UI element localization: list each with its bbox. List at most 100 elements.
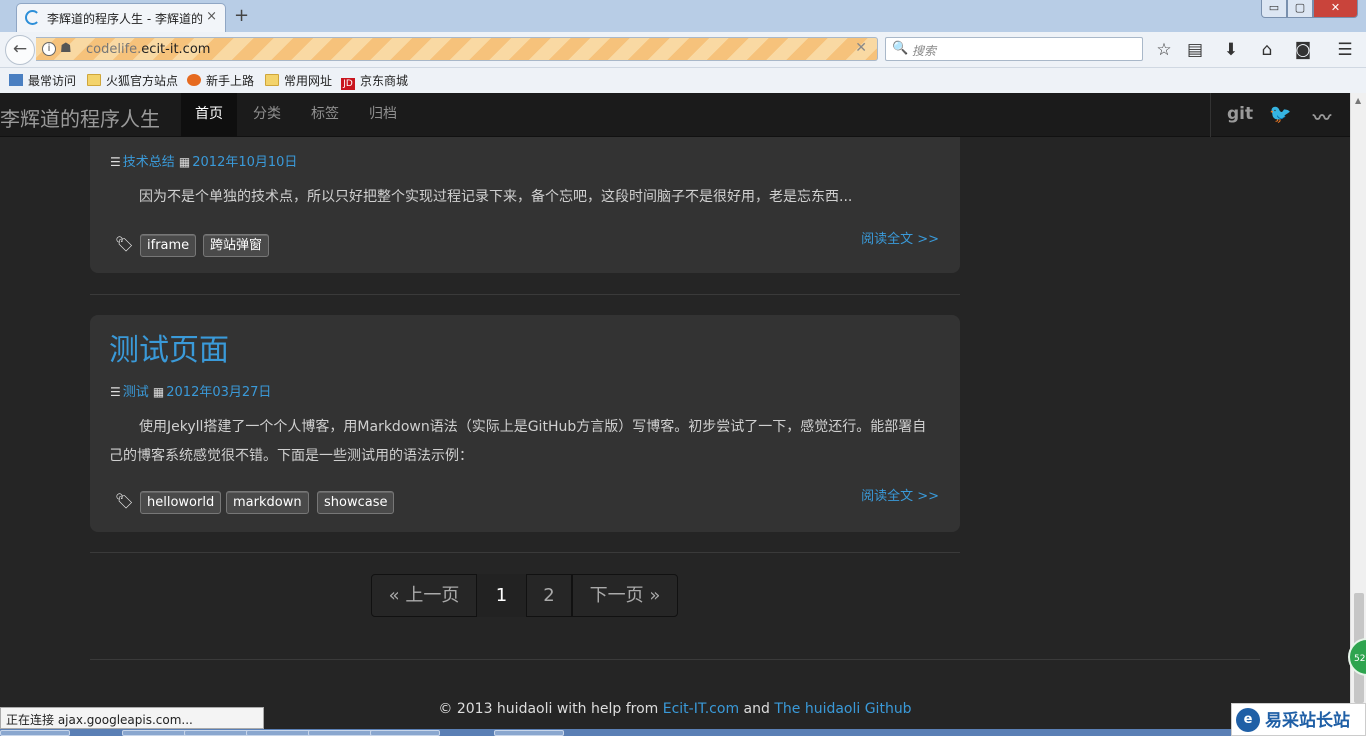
post-category[interactable]: 测试: [123, 385, 149, 400]
url-text[interactable]: codelife.ecit-it.com: [86, 42, 210, 57]
bookmark-common-sites[interactable]: 常用网址: [265, 72, 332, 89]
taskbar-button[interactable]: [184, 730, 254, 736]
post-category[interactable]: 技术总结: [123, 155, 175, 170]
new-tab-button[interactable]: +: [234, 5, 249, 26]
tab-title: 李辉道的程序人生 - 李辉道的: [47, 12, 203, 26]
tags-icon: 🏷: [115, 235, 135, 253]
tracking-mask-icon[interactable]: ☗: [60, 41, 72, 56]
nav-categories[interactable]: 分类: [239, 93, 295, 137]
search-input[interactable]: 🔍 搜索: [885, 37, 1143, 61]
taskbar-button[interactable]: [494, 730, 564, 736]
page-1-button[interactable]: 1: [477, 574, 526, 617]
taskbar-button[interactable]: [0, 730, 70, 736]
bookmark-label: 京东商城: [360, 74, 409, 88]
scroll-up-arrow-icon[interactable]: ▲: [1355, 96, 1361, 105]
watermark-text: 易采站长站: [1265, 711, 1350, 731]
bookmark-label: 常用网址: [284, 74, 333, 88]
next-page-button[interactable]: 下一页 »: [572, 574, 678, 617]
loading-icon: [25, 10, 40, 25]
page-2-button[interactable]: 2: [526, 574, 572, 617]
site-brand[interactable]: 李辉道的程序人生: [0, 103, 160, 132]
search-icon: 🔍: [892, 41, 909, 56]
watermark-icon: e: [1236, 708, 1260, 732]
tag-button[interactable]: 跨站弹窗: [203, 234, 270, 257]
bookmark-getting-started[interactable]: 新手上路: [187, 72, 254, 89]
tab-close-icon[interactable]: ×: [206, 9, 217, 24]
footer-and: and: [739, 701, 775, 717]
read-more-link[interactable]: 阅读全文 >>: [861, 485, 939, 504]
home-icon[interactable]: ⌂: [1256, 40, 1278, 60]
window-close-button[interactable]: ✕: [1313, 0, 1358, 18]
download-icon[interactable]: ⬇: [1220, 40, 1242, 60]
url-bar[interactable]: i ☗ codelife.ecit-it.com ✕: [36, 37, 878, 61]
tag-button[interactable]: markdown: [226, 491, 309, 514]
nav-archive[interactable]: 归档: [355, 93, 411, 137]
back-arrow-icon: ←: [12, 39, 28, 59]
browser-tab-strip: 李辉道的程序人生 - 李辉道的 × + ▭ ▢ ✕: [0, 0, 1366, 32]
calendar-icon: ▦: [152, 385, 165, 399]
taskbar-button[interactable]: [122, 730, 192, 736]
folder-icon: [87, 74, 101, 86]
footer-divider: [90, 659, 1260, 660]
bookmark-most-visited[interactable]: 最常访问: [9, 72, 76, 89]
os-taskbar: [0, 729, 1366, 736]
post-divider: [90, 294, 960, 295]
url-clear-icon[interactable]: ✕: [855, 40, 867, 56]
nav-home[interactable]: 首页: [181, 93, 237, 137]
tag-button[interactable]: iframe: [140, 234, 197, 257]
post-title[interactable]: 测试页面: [109, 325, 229, 369]
footer-link-ecit[interactable]: Ecit-IT.com: [663, 701, 739, 717]
taskbar-button[interactable]: [246, 730, 316, 736]
nav-tags[interactable]: 标签: [297, 93, 353, 137]
site-navbar: 李辉道的程序人生 首页 分类 标签 归档 git 🐦 〰: [0, 93, 1350, 137]
browser-tab-active[interactable]: 李辉道的程序人生 - 李辉道的 ×: [16, 3, 226, 32]
rss-icon[interactable]: 〰: [1313, 104, 1331, 130]
read-more-link[interactable]: 阅读全文 >>: [861, 228, 939, 247]
bookmarks-bar: 最常访问 火狐官方站点 新手上路 常用网址 JD 京东商城: [0, 68, 1366, 93]
watermark-logo: e 易采站长站: [1231, 703, 1366, 736]
post-divider: [90, 552, 960, 553]
info-icon[interactable]: i: [42, 42, 56, 56]
post-meta: ☰ 测试 ▦ 2012年03月27日: [110, 381, 271, 400]
bookmark-firefox-site[interactable]: 火狐官方站点: [87, 72, 178, 89]
post-card: 测试页面 ☰ 测试 ▦ 2012年03月27日 使用Jekyll搭建了一个个人博客，…: [90, 315, 960, 532]
list-icon: ☰: [110, 385, 121, 399]
git-icon[interactable]: git: [1227, 104, 1253, 124]
reading-list-icon[interactable]: ▤: [1184, 40, 1206, 60]
folder-icon: [265, 74, 279, 86]
page-viewport: ☰ 技术总结 ▦ 2012年10月10日 因为不是个单独的技术点，所以只好把整个实现…: [0, 93, 1350, 736]
search-placeholder: 搜索: [912, 44, 937, 58]
window-maximize-button[interactable]: ▢: [1287, 0, 1313, 18]
bookmark-jd[interactable]: JD 京东商城: [341, 72, 408, 90]
social-links: git 🐦 〰: [1210, 93, 1350, 137]
back-button[interactable]: ←: [5, 35, 35, 65]
twitter-icon[interactable]: 🐦: [1269, 104, 1291, 125]
bookmark-label: 最常访问: [28, 74, 77, 88]
firefox-icon: [187, 74, 201, 86]
status-bar: 正在连接 ajax.googleapis.com...: [0, 707, 264, 729]
taskbar-button[interactable]: [370, 730, 440, 736]
post-date[interactable]: 2012年10月10日: [192, 155, 297, 170]
footer-copyright: © 2013 huidaoli with help from: [438, 701, 663, 717]
menu-icon[interactable]: ☰: [1334, 40, 1356, 60]
url-prefix: codelife.: [86, 42, 142, 57]
tag-button[interactable]: showcase: [317, 491, 395, 514]
bookmark-icon: [9, 74, 23, 86]
footer-link-github[interactable]: The huidaoli Github: [774, 701, 911, 717]
tags-icon: 🏷: [115, 492, 135, 510]
bookmark-label: 新手上路: [206, 74, 255, 88]
post-card: ☰ 技术总结 ▦ 2012年10月10日 因为不是个单独的技术点，所以只好把整个实现…: [90, 113, 960, 273]
window-minimize-button[interactable]: ▭: [1261, 0, 1287, 18]
bookmark-label: 火狐官方站点: [106, 74, 179, 88]
pocket-icon[interactable]: ◙: [1292, 40, 1314, 60]
post-meta: ☰ 技术总结 ▦ 2012年10月10日: [110, 151, 297, 170]
tag-button[interactable]: helloworld: [140, 491, 222, 514]
calendar-icon: ▦: [178, 155, 191, 169]
list-icon: ☰: [110, 155, 121, 169]
jd-icon: JD: [341, 78, 355, 90]
taskbar-button[interactable]: [308, 730, 378, 736]
post-excerpt: 因为不是个单独的技术点，所以只好把整个实现过程记录下来，备个忘吧，这段时间脑子不…: [139, 189, 853, 205]
post-date[interactable]: 2012年03月27日: [166, 385, 271, 400]
prev-page-button[interactable]: « 上一页: [371, 574, 477, 617]
star-icon[interactable]: ☆: [1153, 40, 1175, 60]
